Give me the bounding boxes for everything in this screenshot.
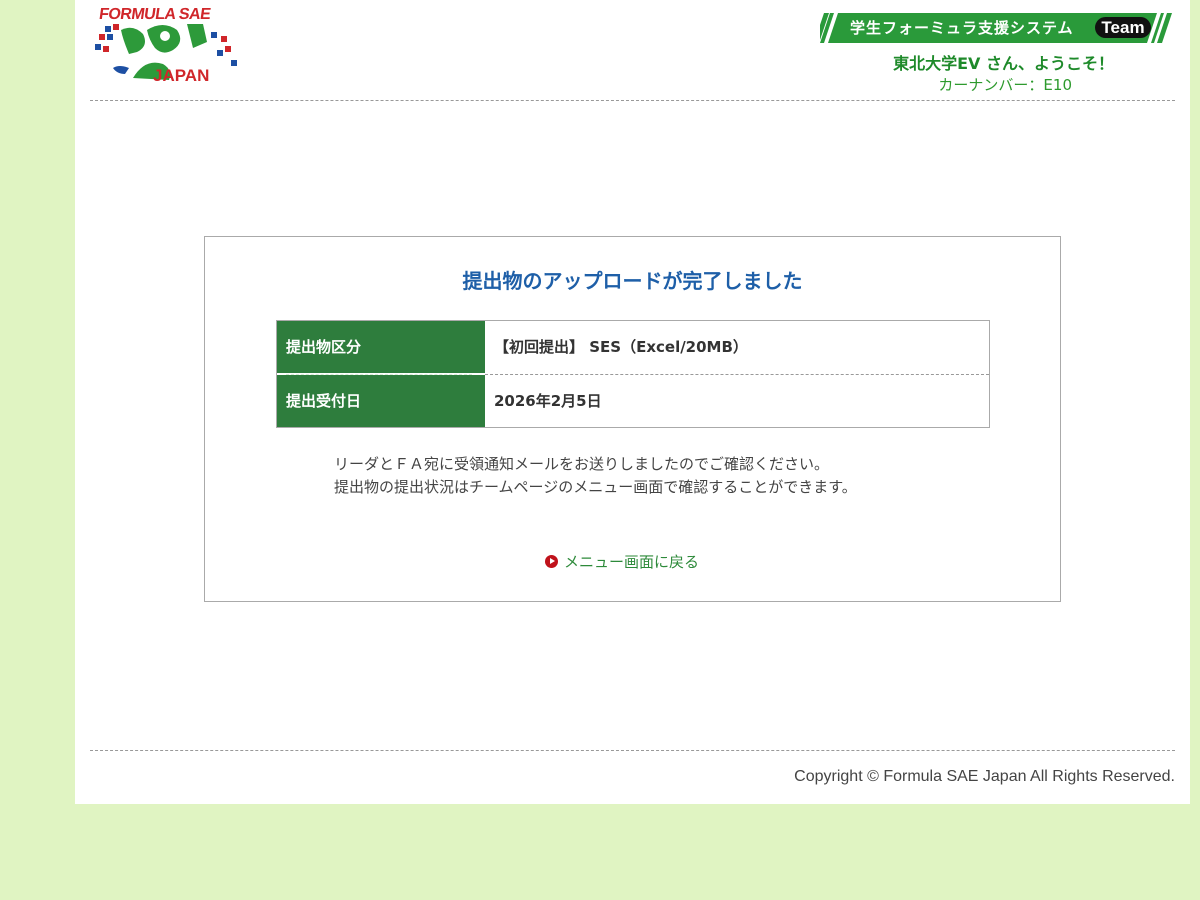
header-divider: [90, 100, 1175, 101]
row-value: 【初回提出】 SES（Excel/20MB）: [494, 338, 748, 356]
welcome-suffix: さん、ようこそ！: [980, 54, 1114, 73]
row-label: 提出受付日: [277, 375, 485, 427]
play-arrow-icon: [545, 555, 558, 568]
message-line: 提出物の提出状況はチームページのメニュー画面で確認することができます。: [334, 478, 857, 496]
car-number: カーナンバー：E10: [938, 74, 1072, 95]
message-line: リーダとＦＡ宛に受領通知メールをお送りしましたのでご確認ください。: [334, 455, 830, 473]
system-title: 学生フォーミュラ支援システム: [850, 19, 1074, 37]
page: FORMULA SAE JAPAN 学生フォーミュラ支援システム Team 東北…: [75, 0, 1190, 804]
page-title: 提出物のアップロードが完了しました: [462, 269, 803, 293]
table-row: 提出受付日 2026年2月5日: [277, 375, 989, 427]
car-number-value: E10: [1043, 76, 1072, 94]
system-banner: 学生フォーミュラ支援システム Team: [820, 13, 1175, 43]
welcome-team-name: 東北大学EV: [893, 54, 981, 73]
formula-sae-japan-logo[interactable]: FORMULA SAE JAPAN: [93, 6, 241, 90]
back-link-label: メニュー画面に戻る: [564, 553, 700, 571]
team-badge: Team: [1095, 17, 1151, 38]
copyright: Copyright © Formula SAE Japan All Rights…: [794, 768, 1175, 785]
notification-message: リーダとＦＡ宛に受領通知メールをお送りしましたのでご確認ください。 提出物の提出…: [334, 453, 857, 499]
row-label: 提出物区分: [277, 321, 485, 373]
row-value: 2026年2月5日: [494, 392, 602, 410]
car-number-label: カーナンバー：: [938, 76, 1044, 94]
logo-subtitle: JAPAN: [153, 66, 210, 85]
table-row: 提出物区分 【初回提出】 SES（Excel/20MB）: [277, 321, 989, 373]
completion-panel: 提出物のアップロードが完了しました 提出物区分 【初回提出】 SES（Excel…: [204, 236, 1061, 602]
welcome-message: 東北大学EV さん、ようこそ！: [893, 50, 1114, 74]
back-to-menu-link[interactable]: メニュー画面に戻る: [545, 551, 699, 572]
submission-info-table: 提出物区分 【初回提出】 SES（Excel/20MB） 提出受付日 2026年…: [276, 320, 990, 428]
footer-divider: [90, 750, 1175, 751]
